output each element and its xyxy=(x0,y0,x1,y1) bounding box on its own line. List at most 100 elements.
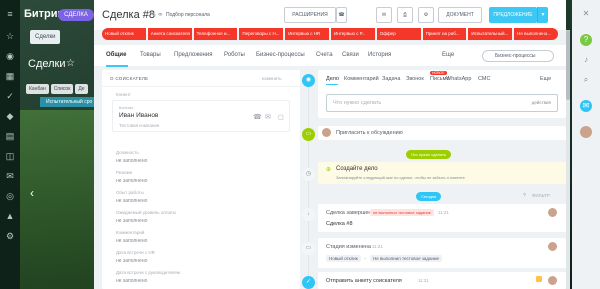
pipeline-selector[interactable]: Подбор персонала xyxy=(166,12,210,18)
stage-item[interactable]: Анкета соискателя xyxy=(147,28,192,40)
field-value[interactable]: не заполнено xyxy=(116,258,147,264)
tab-robots[interactable]: Роботы xyxy=(224,52,245,58)
client-label: Клиент xyxy=(116,92,131,97)
view-kanban[interactable]: Канбан xyxy=(26,84,49,94)
activity-editor: Дело Комментарий Задача Звонок Письмо Wh… xyxy=(318,70,566,118)
editor-tab-activity[interactable]: Дело xyxy=(326,76,339,82)
tab-products[interactable]: Товары xyxy=(140,52,161,58)
mail-icon[interactable]: ✉ xyxy=(376,7,392,23)
link-icon[interactable]: ⚭ xyxy=(157,10,164,19)
tab-links[interactable]: Связи xyxy=(342,52,359,58)
filter-link[interactable]: ФИЛЬТР xyxy=(532,193,550,198)
business-processes-button[interactable]: Бизнес-процессы xyxy=(482,50,554,62)
editor-tab-whatsapp[interactable]: WhatsApp xyxy=(446,76,471,82)
event-title[interactable]: Отправить анкету соискателя xyxy=(326,278,402,284)
stage-item[interactable]: Интервью с HR xyxy=(285,28,329,40)
drive-icon[interactable]: ▤ xyxy=(4,130,16,142)
stage-item[interactable]: Телефонное и... xyxy=(193,28,238,40)
deal-closed-event: Сделка завершена не выполнил тестовое за… xyxy=(318,204,566,232)
invite-row[interactable]: Пригласить к обсуждению xyxy=(318,126,566,140)
star-icon[interactable]: ☆ xyxy=(4,30,16,42)
tab-more[interactable]: Еще xyxy=(442,52,454,58)
gear-icon[interactable]: ⚙ xyxy=(418,7,434,23)
editor-tab-more[interactable]: Еще xyxy=(540,76,551,82)
stage-item[interactable]: Не выполнено... xyxy=(514,28,558,40)
editor-tab-comment[interactable]: Комментарий xyxy=(344,76,379,82)
scrollbar-thumb[interactable] xyxy=(566,30,570,100)
mail-icon[interactable]: ✉ xyxy=(4,170,16,182)
portal-tab-deals[interactable]: Сделки xyxy=(30,30,61,44)
stage-item[interactable]: Оффер xyxy=(376,28,421,40)
mail-icon[interactable]: ✉ xyxy=(265,113,271,121)
deal-badge[interactable]: СДЕЛКА xyxy=(58,9,94,21)
field-value[interactable]: не заполнено xyxy=(116,178,147,184)
chevron-left-icon[interactable]: ‹ xyxy=(30,186,34,200)
create-title[interactable]: Создайте дело xyxy=(336,166,378,172)
field-value[interactable]: не заполнено xyxy=(116,238,147,244)
help-icon[interactable]: ? xyxy=(580,34,592,46)
chat-icon[interactable]: ◉ xyxy=(4,50,16,62)
field-value[interactable]: не заполнено xyxy=(116,218,147,224)
clock-icon: ◷ xyxy=(302,168,315,181)
stage-item[interactable]: Новый отклик xyxy=(102,28,146,40)
pencil-icon[interactable]: ✎ xyxy=(150,10,157,19)
user-avatar xyxy=(548,276,557,285)
contact-name[interactable]: Иван Иванов xyxy=(119,112,158,119)
chat-icon[interactable]: ◻ xyxy=(278,113,284,121)
editor-tab-sms[interactable]: СМС xyxy=(478,76,490,82)
stage-item[interactable]: Интервью с Р... xyxy=(330,28,375,40)
contact-box[interactable]: Контакт Иван Иванов Тестовая компания ☎ … xyxy=(112,100,290,132)
section-title: О СОИСКАТЕЛЕ xyxy=(110,76,149,81)
today-pill: Сегодня xyxy=(416,192,442,201)
view-more[interactable]: Де xyxy=(75,84,88,94)
stage-item[interactable]: Испытательный... xyxy=(468,28,513,40)
stage-from: Новый отклик xyxy=(326,255,361,262)
deal-link[interactable]: Сделка #8 xyxy=(326,221,353,227)
extensions-button[interactable]: РАСШИРЕНИЯ xyxy=(284,7,336,23)
view-list[interactable]: Список xyxy=(50,84,74,94)
create-activity-card[interactable]: ⊕ Создайте дело Запланируйте следующий ш… xyxy=(318,162,566,184)
menu-icon[interactable]: ≡ xyxy=(4,8,16,20)
filter-icon[interactable]: ⚲ xyxy=(523,192,526,198)
deal-title: Сделка #8 xyxy=(102,9,155,21)
tasks-icon[interactable]: ✓ xyxy=(4,90,16,102)
offer-dropdown-icon[interactable]: ▾ xyxy=(537,7,548,23)
todo-input[interactable]: Что нужно сделать действия xyxy=(326,94,558,112)
edit-link[interactable]: изменить xyxy=(262,76,282,81)
editor-tab-call[interactable]: Звонок xyxy=(406,76,424,82)
field-value[interactable]: не заполнено xyxy=(116,198,147,204)
field-value[interactable]: не заполнено xyxy=(116,158,147,164)
sites-icon[interactable]: ◫ xyxy=(4,150,16,162)
tab-general[interactable]: Общие xyxy=(106,52,126,58)
todo-placeholder: Что нужно сделать xyxy=(333,100,382,106)
field-value[interactable]: не заполнено xyxy=(116,278,147,284)
invite-text[interactable]: Пригласить к обсуждению xyxy=(336,130,403,136)
stage-item[interactable]: Переговоры с Н... xyxy=(239,28,284,40)
marketing-icon[interactable]: ▲ xyxy=(4,210,16,222)
close-icon[interactable]: ✕ xyxy=(580,8,592,20)
phone-icon[interactable]: ☎ xyxy=(336,7,347,23)
phone-icon[interactable]: ☎ xyxy=(253,113,262,121)
right-sidebar: ✕ ? ♪ ⌕ ✉ xyxy=(572,0,600,289)
chat-icon[interactable]: ✉ xyxy=(580,100,592,112)
timeline-column: ◉ Дело Комментарий Задача Звонок Письмо … xyxy=(300,70,566,289)
settings-icon[interactable]: ⚙ xyxy=(4,230,16,242)
favorite-star-icon[interactable]: ☆ xyxy=(66,58,75,69)
group-icon[interactable]: ◎ xyxy=(4,190,16,202)
editor-tab-task[interactable]: Задача xyxy=(382,76,400,82)
offer-button[interactable]: ПРЕДЛОЖЕНИЕ xyxy=(489,7,537,23)
user-avatar[interactable] xyxy=(580,126,592,138)
stage-item[interactable]: Принят на раб... xyxy=(422,28,467,40)
tab-invoices[interactable]: Счета xyxy=(316,52,333,58)
print-icon[interactable]: ⎙ xyxy=(397,7,413,23)
document-button[interactable]: ДОКУМЕНТ xyxy=(438,7,482,23)
crm-icon[interactable]: ◆ xyxy=(4,110,16,122)
calendar-icon[interactable]: ▦ xyxy=(4,70,16,82)
field-label: Резюме xyxy=(116,170,133,175)
actions-dropdown[interactable]: действия xyxy=(532,100,551,105)
search-icon[interactable]: ⌕ xyxy=(580,74,592,86)
tab-business-processes[interactable]: Бизнес-процессы xyxy=(256,52,305,58)
tab-history[interactable]: История xyxy=(368,52,391,58)
bell-icon[interactable]: ♪ xyxy=(580,54,592,66)
tab-offers[interactable]: Предложения xyxy=(174,52,212,58)
